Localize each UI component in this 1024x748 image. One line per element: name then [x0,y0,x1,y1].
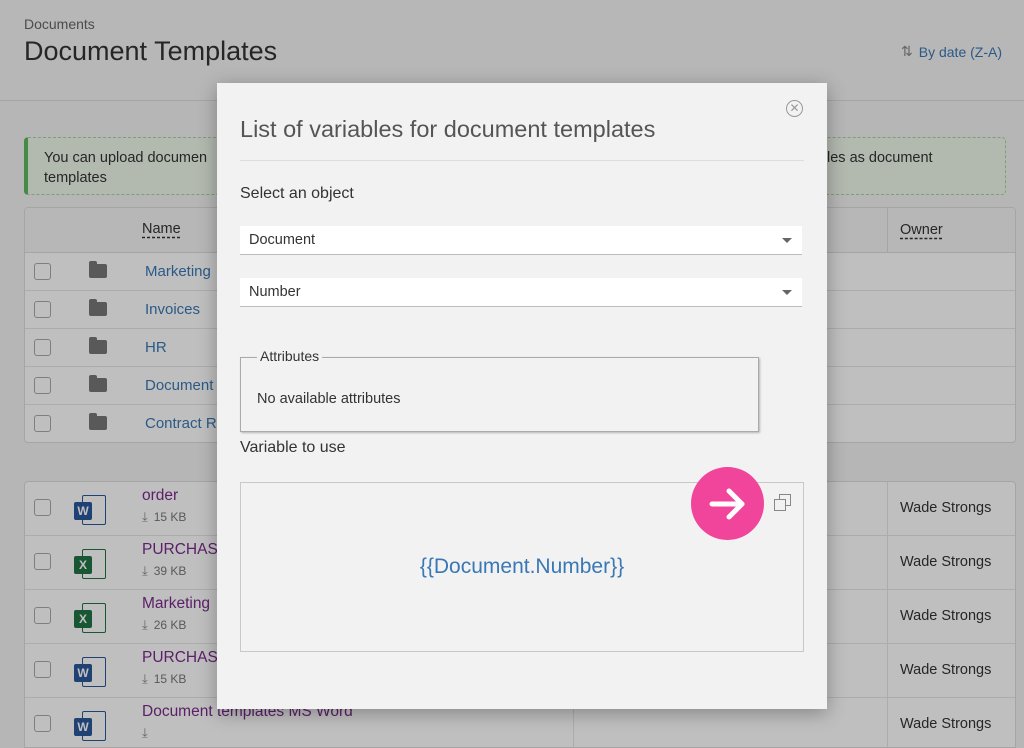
field-select-value: Number [249,284,301,300]
field-select[interactable]: Number [240,278,802,307]
select-object-label: Select an object [240,185,354,202]
variable-label: Variable to use [240,439,346,456]
object-select[interactable]: Document [240,226,802,255]
object-select-value: Document [249,232,316,248]
chevron-down-icon [782,290,792,295]
chevron-down-icon [782,238,792,243]
attributes-fieldset: Attributes No available attributes [240,348,759,432]
attributes-empty-message: No available attributes [257,391,401,407]
variables-modal: ✕ List of variables for document templat… [217,83,827,709]
copy-icon[interactable] [774,494,792,512]
modal-title: List of variables for document templates [240,116,656,142]
attributes-legend: Attributes [257,348,323,364]
arrow-right-icon [691,467,764,540]
divider [240,160,804,161]
close-circle-icon[interactable]: ✕ [786,100,803,117]
variable-value[interactable]: {{Document.Number}} [241,555,803,579]
